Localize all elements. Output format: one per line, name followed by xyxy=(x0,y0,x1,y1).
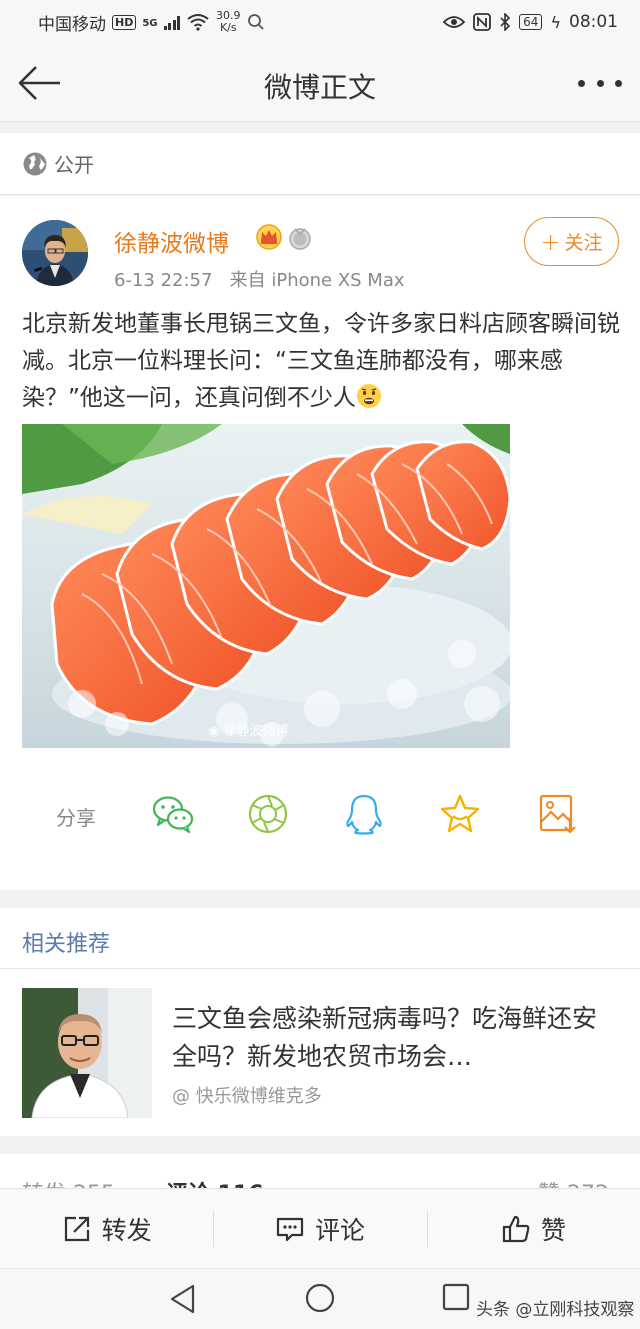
nav-back-icon[interactable] xyxy=(168,1283,198,1315)
status-bar: 中国移动 HD 5G 30.9 K/s 64 ϟ 08:01 xyxy=(0,0,640,44)
image-watermark: ◉ 徐静波微博 xyxy=(208,724,289,739)
network-speed: 30.9 K/s xyxy=(216,10,241,34)
visibility-bar: 公开 xyxy=(0,133,640,195)
post-source: 来自 iPhone XS Max xyxy=(229,270,405,291)
status-bar-right: 64 ϟ 08:01 xyxy=(443,12,618,32)
like-button[interactable]: 赞 xyxy=(426,1189,640,1268)
follow-button[interactable]: + 关注 xyxy=(524,217,619,266)
author-name[interactable]: 徐静波微博 xyxy=(114,224,229,258)
scared-face-icon xyxy=(356,384,381,408)
wifi-icon xyxy=(187,14,209,31)
related-title: 相关推荐 xyxy=(22,932,111,957)
share-row: 分享 xyxy=(0,792,640,842)
charging-icon: ϟ xyxy=(550,12,561,32)
like-label: 赞 xyxy=(540,1215,566,1245)
save-image-icon[interactable] xyxy=(536,792,580,836)
related-item-title[interactable]: 三文鱼会感染新冠病毒吗？吃海鲜还安全吗？新发地农贸市场会… xyxy=(172,1000,612,1076)
source-watermark: 头条 @立刚科技观察 xyxy=(476,1300,635,1320)
post-card: 徐静波微博 6-13 22:57 来自 iPhone XS Max + 关注 北… xyxy=(0,196,640,890)
thumbs-up-icon xyxy=(502,1215,530,1242)
post-text: 北京新发地董事长甩锅三文鱼，令许多家日料店顾客瞬间锐减。北京一位料理长问：“三文… xyxy=(22,311,620,411)
comment-icon xyxy=(276,1217,304,1241)
comment-button[interactable]: 评论 xyxy=(213,1189,426,1268)
speed-unit: K/s xyxy=(219,21,237,34)
crown-icon xyxy=(256,224,282,250)
bluetooth-icon xyxy=(500,13,511,31)
signal-icon xyxy=(163,15,181,30)
more-options-icon[interactable] xyxy=(578,70,622,96)
medal-icon xyxy=(289,228,311,250)
author-avatar[interactable] xyxy=(22,220,88,286)
visibility-label: 公开 xyxy=(54,153,94,177)
action-bar: 转发 评论 赞 xyxy=(0,1188,640,1268)
related-item-author[interactable]: @ 快乐微博维克多 xyxy=(172,1082,322,1108)
globe-icon xyxy=(23,152,47,175)
search-icon xyxy=(247,14,264,30)
nav-recent-icon[interactable] xyxy=(442,1283,470,1311)
battery-icon: 64 xyxy=(519,14,543,30)
share-label: 分享 xyxy=(56,806,96,830)
status-bar-left: 中国移动 HD 5G 30.9 K/s xyxy=(38,10,265,35)
divider xyxy=(0,968,640,969)
app-header: 微博正文 xyxy=(0,44,640,122)
clock: 08:01 xyxy=(569,12,618,32)
hd-badge: HD xyxy=(112,14,137,30)
related-thumbnail[interactable] xyxy=(22,988,152,1118)
network-type: 5G xyxy=(142,17,158,29)
carrier-name: 中国移动 xyxy=(38,14,106,35)
wechat-icon[interactable] xyxy=(151,792,195,836)
repost-icon xyxy=(64,1216,89,1241)
moments-icon[interactable] xyxy=(246,792,290,836)
post-meta: 6-13 22:57 来自 iPhone XS Max xyxy=(114,266,405,292)
repost-label: 转发 xyxy=(101,1215,152,1245)
comment-label: 评论 xyxy=(314,1215,365,1245)
post-timestamp: 6-13 22:57 xyxy=(114,270,213,291)
nav-home-icon[interactable] xyxy=(305,1283,335,1313)
plus-icon: + xyxy=(540,227,561,256)
post-body: 北京新发地董事长甩锅三文鱼，令许多家日料店顾客瞬间锐减。北京一位料理长问：“三文… xyxy=(22,306,622,417)
favorite-star-icon[interactable] xyxy=(438,792,482,836)
qq-icon[interactable] xyxy=(342,792,386,836)
related-section: 相关推荐 三文鱼会感染新冠病毒吗？吃海鲜还安全吗？新发地农贸市场会… @ 快乐微… xyxy=(0,908,640,1136)
system-nav-bar: 头条 @立刚科技观察 xyxy=(0,1268,640,1329)
post-image[interactable] xyxy=(22,424,510,748)
page-title: 微博正文 xyxy=(263,71,376,104)
repost-button[interactable]: 转发 xyxy=(0,1189,213,1268)
follow-label: 关注 xyxy=(564,232,603,254)
nfc-icon xyxy=(473,13,492,31)
eye-comfort-icon xyxy=(443,16,466,28)
